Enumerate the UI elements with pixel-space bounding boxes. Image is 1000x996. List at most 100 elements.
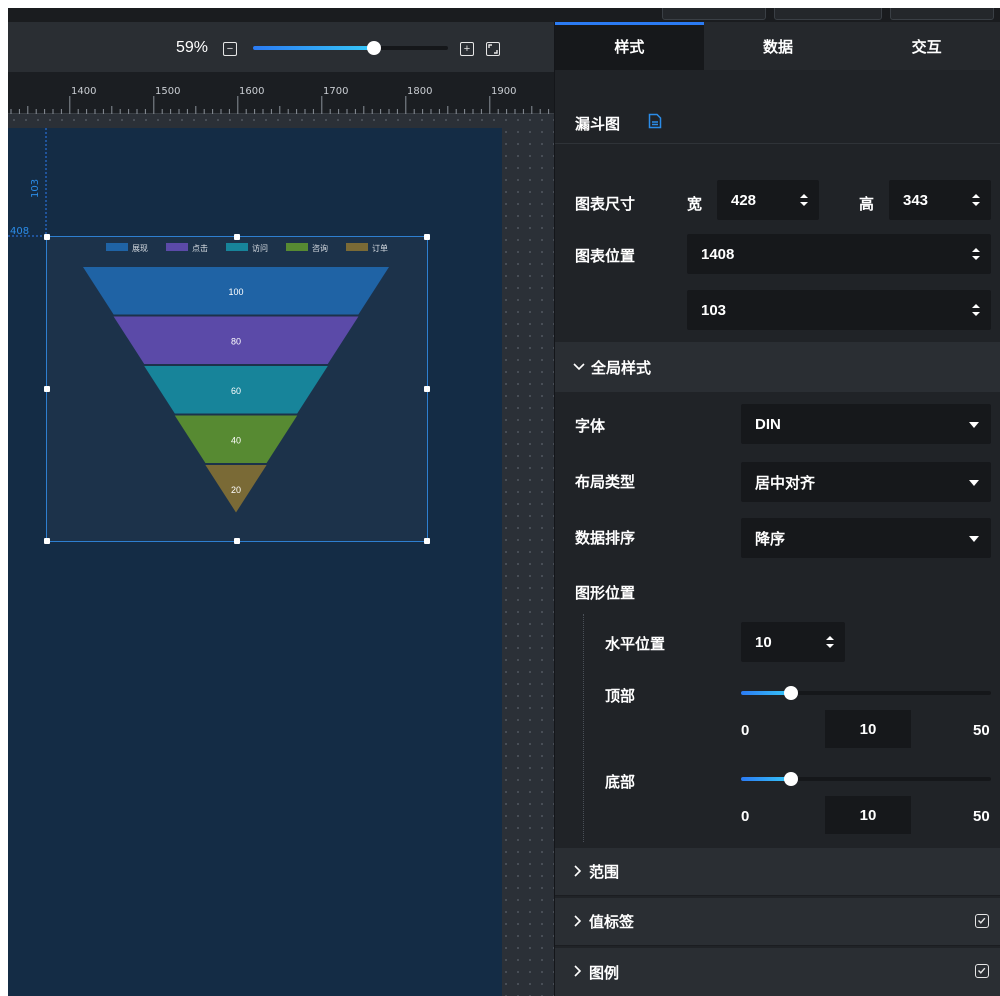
- width-input[interactable]: 428: [717, 180, 819, 220]
- ruler-label: 1500: [155, 86, 181, 97]
- legend-label: 点击: [192, 243, 208, 253]
- resize-handle[interactable]: [234, 538, 240, 544]
- zoom-slider-knob[interactable]: [366, 41, 381, 55]
- shape-position-label: 图形位置: [575, 585, 636, 602]
- tab-interaction[interactable]: 交互: [852, 22, 1000, 70]
- zoom-out-icon[interactable]: −: [223, 42, 237, 56]
- spinner-icon[interactable]: [971, 192, 981, 208]
- indent-guide: [583, 614, 584, 842]
- legend-section-toggle[interactable]: 图例: [555, 948, 1000, 996]
- funnel-chart-widget[interactable]: 展现 点击 访问 咨询 订单 100 80 60 40 20: [44, 234, 430, 544]
- zoom-percentage: 59%: [176, 39, 209, 56]
- global-style-section-toggle[interactable]: 全局样式: [555, 342, 1000, 392]
- height-label: 高: [859, 196, 875, 213]
- layout-type-select[interactable]: 居中对齐: [741, 462, 991, 502]
- position-y-input[interactable]: 103: [687, 290, 991, 330]
- top-slider[interactable]: [741, 686, 991, 700]
- bottom-slider-knob[interactable]: [784, 772, 798, 786]
- top-toolbar-strip: [8, 8, 1000, 22]
- dashboard-board[interactable]: 408 103 展现 点击 访问 咨询 订单 100 80 60 40 20: [8, 128, 502, 996]
- funnel-value-label: 60: [231, 386, 241, 396]
- legend-swatch: [226, 243, 248, 251]
- data-sort-label: 数据排序: [575, 530, 636, 547]
- funnel-value-label: 40: [231, 435, 241, 445]
- funnel-value-label: 100: [228, 287, 243, 297]
- height-input[interactable]: 343: [889, 180, 991, 220]
- section-title: 全局样式: [591, 359, 652, 377]
- document-icon[interactable]: [648, 113, 662, 134]
- toolbar-button[interactable]: [774, 8, 882, 20]
- tab-data[interactable]: 数据: [704, 22, 853, 70]
- range-section-toggle[interactable]: 范围: [555, 848, 1000, 896]
- resize-handle[interactable]: [234, 234, 240, 240]
- checkbox-checked-icon[interactable]: [975, 914, 989, 928]
- funnel-chart: 展现 点击 访问 咨询 订单 100 80 60 40 20: [83, 243, 389, 513]
- layout-type-label: 布局类型: [575, 474, 636, 491]
- horizontal-position-label: 水平位置: [605, 636, 666, 653]
- chart-size-label: 图表尺寸: [575, 196, 636, 213]
- workspace: 408 103 展现 点击 访问 咨询 订单 100 80 60 40 20: [8, 114, 554, 996]
- resize-handle[interactable]: [424, 538, 430, 544]
- toolbar-button[interactable]: [662, 8, 766, 20]
- zoom-slider-fill: [253, 46, 374, 50]
- resize-handle[interactable]: [424, 386, 430, 392]
- ruler-label: 1700: [323, 86, 349, 97]
- resize-handle[interactable]: [424, 234, 430, 240]
- bottom-slider[interactable]: [741, 772, 991, 786]
- legend-label: 咨询: [312, 243, 328, 253]
- legend-swatch: [106, 243, 128, 251]
- panel-tabs: 样式 数据 交互: [555, 22, 1000, 70]
- ruler-label: 1900: [491, 86, 517, 97]
- legend-swatch: [286, 243, 308, 251]
- funnel-value-label: 20: [231, 485, 241, 495]
- chevron-right-icon: [573, 964, 583, 980]
- bottom-slider-max: 50: [973, 808, 990, 825]
- position-x-input[interactable]: 1408: [687, 234, 991, 274]
- chart-position-label: 图表位置: [575, 248, 636, 265]
- ruler-label: 1800: [407, 86, 433, 97]
- section-title: 范围: [589, 864, 620, 881]
- zoom-slider[interactable]: [253, 41, 448, 55]
- guide-lines: [8, 128, 47, 237]
- section-title: 图例: [589, 964, 620, 982]
- tab-style[interactable]: 样式: [555, 22, 704, 70]
- dropdown-arrow-icon: [969, 422, 979, 428]
- property-panel: 样式 数据 交互 漏斗图 图表尺寸 宽 428 高 343 图表位置 1408: [554, 22, 1000, 996]
- resize-handle[interactable]: [44, 234, 50, 240]
- zoom-in-icon[interactable]: +: [460, 42, 474, 56]
- legend-label: 展现: [132, 244, 148, 253]
- horizontal-ruler: 1400 1500 1600 1700 1800 1900: [8, 72, 554, 114]
- top-slider-min: 0: [741, 722, 750, 739]
- spinner-icon[interactable]: [825, 634, 835, 650]
- zoom-bar: 59% − +: [8, 22, 554, 72]
- bottom-value-input[interactable]: 10: [825, 796, 911, 834]
- spinner-icon[interactable]: [971, 302, 981, 318]
- component-title: 漏斗图: [575, 116, 621, 133]
- toolbar-button[interactable]: [890, 8, 994, 20]
- dropdown-arrow-icon: [969, 536, 979, 542]
- checkbox-checked-icon[interactable]: [975, 964, 989, 978]
- horizontal-position-input[interactable]: 10: [741, 622, 845, 662]
- top-slider-knob[interactable]: [784, 686, 798, 700]
- top-slider-max: 50: [973, 722, 990, 739]
- dropdown-arrow-icon: [969, 480, 979, 486]
- top-value-input[interactable]: 10: [825, 710, 911, 748]
- value-label-section-toggle[interactable]: 值标签: [555, 898, 1000, 946]
- bottom-slider-min: 0: [741, 808, 750, 825]
- spinner-icon[interactable]: [799, 192, 809, 208]
- bottom-label: 底部: [605, 774, 636, 791]
- component-header: 漏斗图: [555, 70, 1000, 144]
- data-sort-select[interactable]: 降序: [741, 518, 991, 558]
- font-label: 字体: [575, 418, 606, 435]
- fit-screen-icon[interactable]: [486, 42, 500, 56]
- resize-handle[interactable]: [44, 386, 50, 392]
- font-select[interactable]: DIN: [741, 404, 991, 444]
- section-title: 值标签: [589, 914, 635, 931]
- legend-label: 访问: [252, 243, 268, 253]
- spinner-icon[interactable]: [971, 246, 981, 262]
- legend-swatch: [346, 243, 368, 251]
- top-label: 顶部: [605, 688, 636, 705]
- canvas-area: 59% − + 1400 1500 1600 1700 1800 1900 40…: [8, 22, 554, 996]
- legend-label: 订单: [372, 243, 388, 253]
- resize-handle[interactable]: [44, 538, 50, 544]
